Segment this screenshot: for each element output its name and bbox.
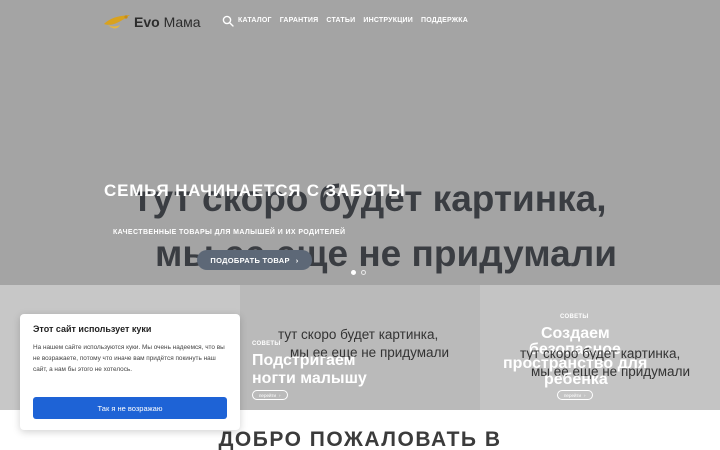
cookie-text: На нашем сайте используются куки. Мы оче…: [33, 344, 225, 373]
card-go-button-label: перейти: [564, 392, 582, 398]
welcome-heading: ДОБРО ПОЖАЛОВАТЬ В: [218, 428, 502, 450]
card-go-button[interactable]: перейти ›: [252, 390, 288, 400]
cookie-banner: Этот сайт использует куки На нашем сайте…: [20, 314, 240, 430]
chevron-right-icon: ›: [584, 392, 586, 398]
pick-product-button-label: ПОДОБРАТЬ ТОВАР: [210, 255, 290, 265]
article-card-safe-space[interactable]: СОВЕТЫ Создаем безопасное тут скоро буде…: [480, 285, 720, 410]
card-title-line4: ребенка: [544, 371, 608, 388]
pick-product-button[interactable]: ПОДОБРАТЬ ТОВАР ›: [197, 250, 312, 270]
logo-link[interactable]: Evo Мама: [102, 11, 201, 33]
card-tag: СОВЕТЫ: [252, 341, 281, 347]
page: тут скоро будет картинка, мы ее еще не п…: [0, 0, 720, 450]
card-title-line2: ногти малышу: [252, 370, 367, 387]
chevron-right-icon: ›: [295, 255, 299, 265]
stork-logo-icon: [104, 15, 130, 29]
slider-dots: [351, 270, 366, 275]
cookie-title: Этот сайт использует куки: [33, 324, 152, 334]
logo-text: Evo Мама: [134, 14, 201, 30]
hero-slider: тут скоро будет картинка, мы ее еще не п…: [0, 0, 720, 285]
cookie-accept-button[interactable]: Так я не возражаю: [33, 397, 227, 419]
slider-dot-1[interactable]: [351, 270, 356, 275]
search-icon[interactable]: [222, 15, 234, 27]
chevron-right-icon: ›: [279, 392, 281, 398]
card-title-line1: Подстригаем: [252, 352, 356, 369]
card-go-button-label: перейти: [259, 392, 277, 398]
nav-item-articles[interactable]: СТАТЬИ: [326, 17, 355, 24]
nav-item-catalog[interactable]: КАТАЛОГ: [238, 17, 272, 24]
hero-title: СЕМЬЯ НАЧИНАЕТСЯ С ЗАБОТЫ: [104, 181, 406, 200]
nav-item-warranty[interactable]: ГАРАНТИЯ: [280, 17, 319, 24]
nav-item-support[interactable]: ПОДДЕРЖКА: [421, 17, 468, 24]
card-tag: СОВЕТЫ: [560, 314, 589, 320]
hero-placeholder-line2: мы ее еще не придумали: [155, 233, 617, 274]
slider-dot-2[interactable]: [361, 270, 366, 275]
hero-subtitle: КАЧЕСТВЕННЫЕ ТОВАРЫ ДЛЯ МАЛЫШЕЙ И ИХ РОД…: [113, 229, 346, 236]
nav-item-instructions[interactable]: ИНСТРУКЦИИ: [363, 17, 413, 24]
article-card-nails[interactable]: тут скоро будет картинка, мы ее еще не п…: [240, 285, 480, 410]
site-header: Evo Мама КАТАЛОГ ГАРАНТИЯ СТАТЬИ ИНСТРУК…: [0, 0, 720, 44]
card-placeholder-line1: тут скоро будет картинка,: [278, 327, 439, 342]
card-go-button[interactable]: перейти ›: [557, 390, 593, 400]
main-nav: КАТАЛОГ ГАРАНТИЯ СТАТЬИ ИНСТРУКЦИИ ПОДДЕ…: [238, 17, 468, 24]
